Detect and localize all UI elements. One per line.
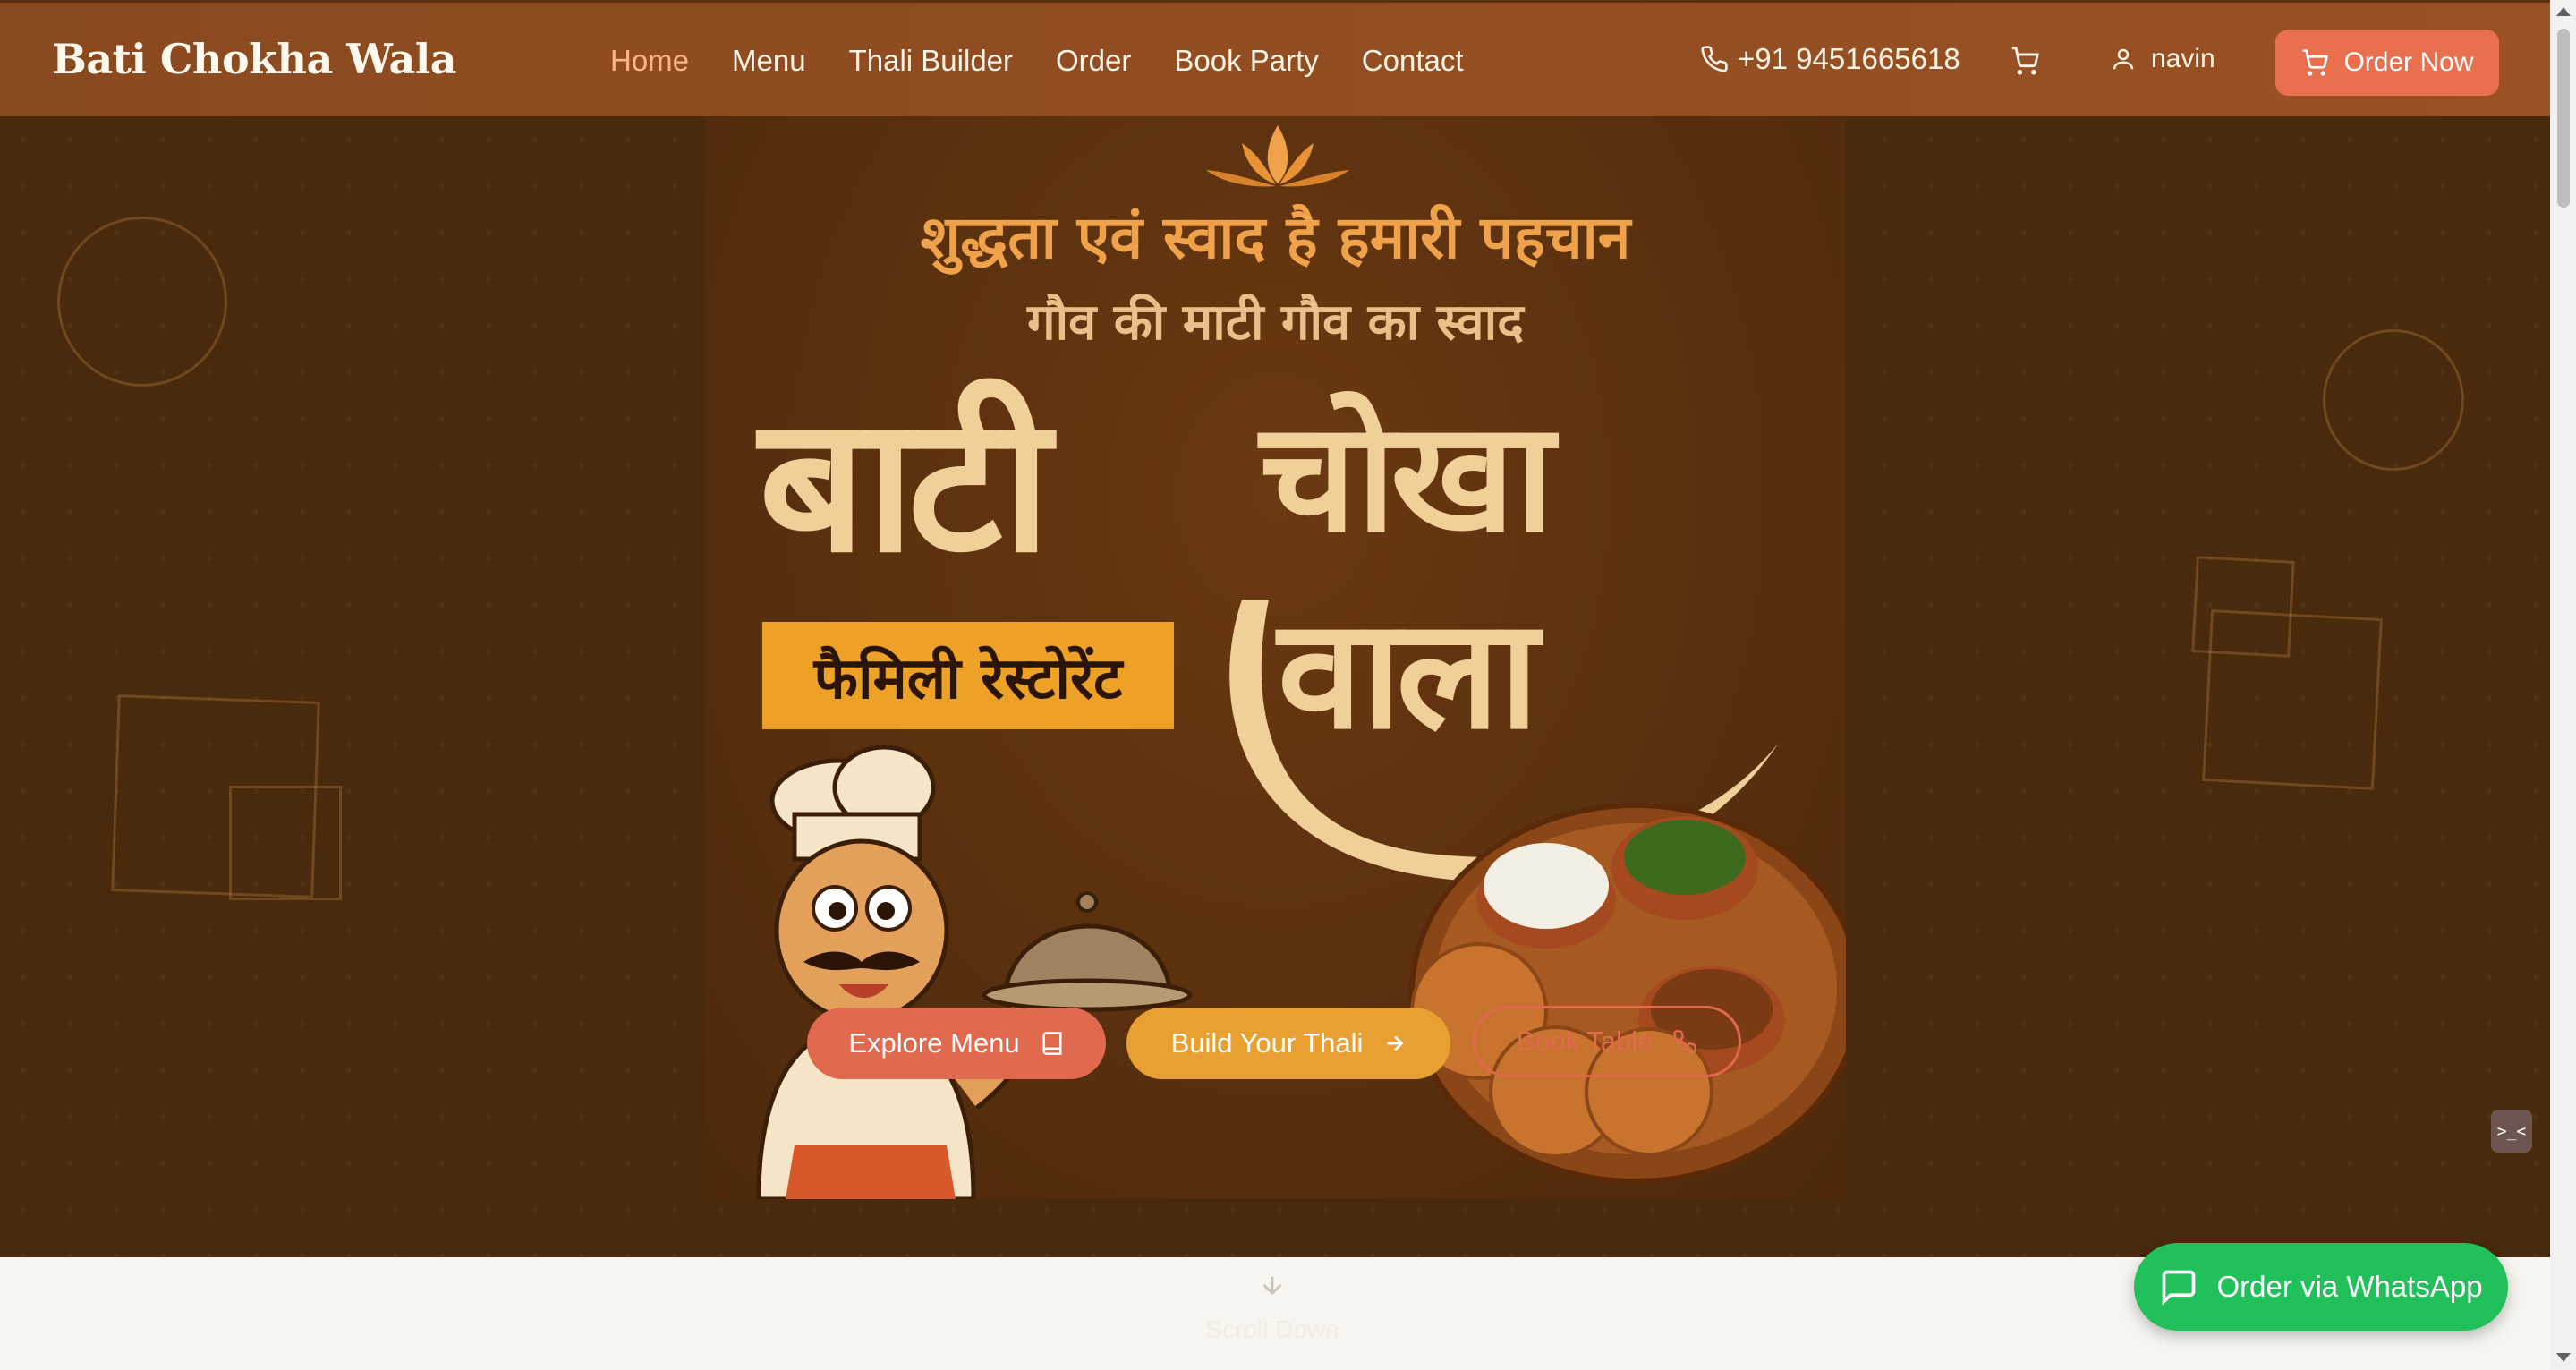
book-table-button[interactable]: Book Table xyxy=(1473,1006,1741,1077)
phone-icon xyxy=(1701,46,1728,72)
user-name: navin xyxy=(2151,44,2215,73)
explore-menu-label: Explore Menu xyxy=(848,1027,1020,1059)
hero-tagline-1: शुद्धता एवं स्वाद है हमारी पहचान xyxy=(920,203,1631,272)
whatsapp-label: Order via WhatsApp xyxy=(2216,1270,2483,1303)
build-thali-button[interactable]: Build Your Thali xyxy=(1126,1008,1450,1079)
arrow-right-icon xyxy=(1387,1035,1405,1051)
decor-circle xyxy=(57,217,227,387)
brand-logo[interactable]: Bati Chokha Wala xyxy=(52,35,457,83)
user-menu[interactable]: navin xyxy=(2110,44,2215,74)
scroll-down-arrow[interactable] xyxy=(2556,1353,2571,1362)
cart-icon xyxy=(2011,47,2039,75)
phone-number: +91 9451665618 xyxy=(1738,42,1960,75)
hero-tagline-2: गौव की माटी गौव का स्वाद xyxy=(1027,294,1524,352)
hero-title-word-1: बाटी xyxy=(759,375,1051,594)
explore-menu-button[interactable]: Explore Menu xyxy=(807,1008,1106,1079)
decor-square xyxy=(229,786,342,900)
nav-link-order[interactable]: Order xyxy=(1056,44,1131,78)
family-restaurant-badge: फैमिली रेस्टोरेंट xyxy=(762,622,1174,729)
nav-link-menu[interactable]: Menu xyxy=(732,44,806,78)
scroll-down-hint[interactable]: Scroll Down xyxy=(1174,1271,1371,1344)
nav-link-home[interactable]: Home xyxy=(610,44,689,78)
dev-tools-chip[interactable]: >_< xyxy=(2491,1110,2532,1153)
cart-icon xyxy=(2303,49,2329,76)
phone-icon xyxy=(1673,1030,1697,1053)
nav-link-book-party[interactable]: Book Party xyxy=(1174,44,1318,78)
phone-link[interactable]: +91 9451665618 xyxy=(1700,42,1960,76)
scroll-thumb[interactable] xyxy=(2557,29,2570,208)
decor-square xyxy=(2202,609,2383,790)
user-icon xyxy=(2113,48,2134,70)
decor-circle xyxy=(2323,329,2464,471)
arrow-down-icon xyxy=(1262,1276,1282,1296)
order-now-button[interactable]: Order Now xyxy=(2275,30,2499,96)
chat-icon xyxy=(2163,1270,2196,1306)
page-scrollbar[interactable] xyxy=(2550,0,2576,1370)
chef-illustration xyxy=(756,745,1193,1199)
main-nav: Home Menu Thali Builder Order Book Party… xyxy=(610,44,1464,78)
nav-link-contact[interactable]: Contact xyxy=(1362,44,1464,78)
whatsapp-order-button[interactable]: Order via WhatsApp xyxy=(2134,1243,2508,1331)
cart-button[interactable] xyxy=(2010,46,2040,80)
book-table-label: Book Table xyxy=(1516,1025,1654,1057)
book-icon xyxy=(1042,1032,1062,1055)
build-thali-label: Build Your Thali xyxy=(1170,1027,1364,1059)
thali-illustration xyxy=(1409,803,1846,1184)
navbar: Bati Chokha Wala Home Menu Thali Builder… xyxy=(0,0,2550,116)
lotus-icon xyxy=(1206,125,1349,187)
scroll-up-arrow[interactable] xyxy=(2556,7,2571,16)
hero-section: शुद्धता एवं स्वाद है हमारी पहचान गौव की … xyxy=(0,116,2550,1257)
nav-link-thali-builder[interactable]: Thali Builder xyxy=(849,44,1013,78)
order-now-label: Order Now xyxy=(2343,47,2474,77)
hero-title-word-2: चोखा xyxy=(1260,389,1554,566)
scroll-down-label: Scroll Down xyxy=(1205,1315,1339,1343)
